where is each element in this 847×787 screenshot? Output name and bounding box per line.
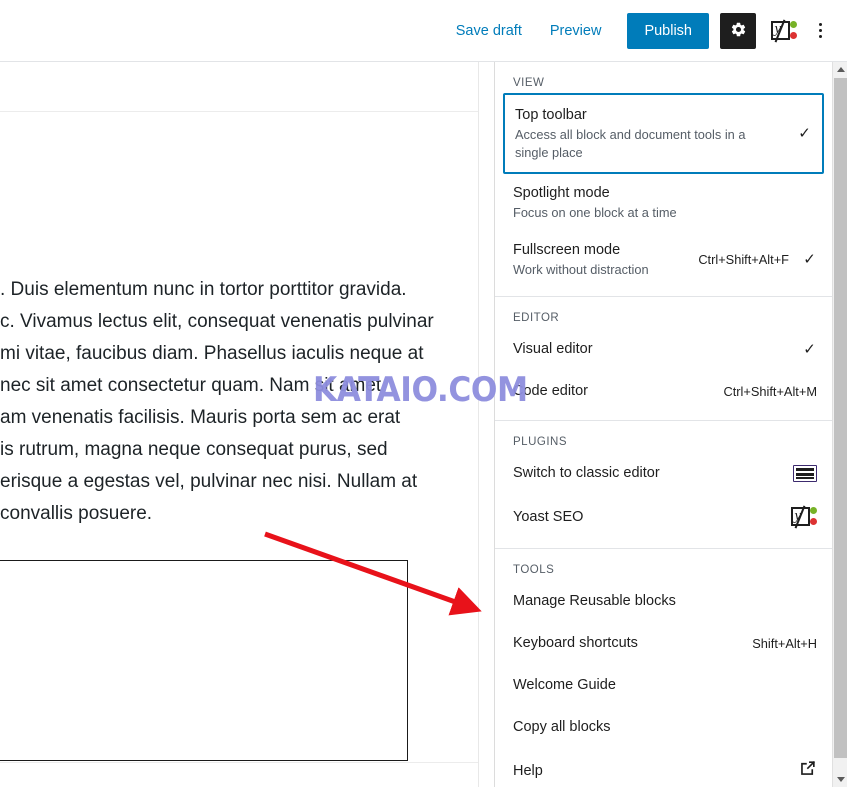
save-draft-button[interactable]: Save draft: [446, 17, 532, 45]
more-options-button[interactable]: [807, 13, 833, 49]
menu-item-switch-to-classic-editor[interactable]: Switch to classic editor: [495, 452, 833, 494]
document-paragraph-block[interactable]: . Duis elementum nunc in tortor porttito…: [0, 274, 478, 530]
document-image-block-placeholder[interactable]: [0, 560, 408, 761]
settings-button[interactable]: [720, 12, 756, 49]
menu-item-texts: Visual editor: [513, 339, 792, 359]
menu-item-shortcut: Ctrl+Shift+Alt+F: [698, 252, 789, 267]
menu-item-shortcut: Shift+Alt+H: [752, 635, 817, 651]
menu-item-title: Yoast SEO: [513, 509, 584, 525]
menu-item-welcome-guide[interactable]: Welcome Guide: [495, 664, 833, 706]
menu-item-accessory: Ctrl+Shift+Alt+F ✓: [698, 252, 817, 267]
menu-item-texts: Help: [513, 761, 788, 781]
menu-item-title: Help: [513, 763, 543, 779]
menu-item-help[interactable]: Help: [495, 748, 833, 787]
menu-item-texts: Manage Reusable blocks: [513, 591, 807, 611]
external-link-icon: [798, 759, 817, 783]
editor-more-menu: VIEW Top toolbar Access all block and docu…: [494, 62, 847, 787]
kebab-more-icon: [818, 23, 822, 26]
menu-item-yoast-seo[interactable]: Yoast SEO y: [495, 494, 833, 540]
menu-item-title: Copy all blocks: [513, 719, 611, 735]
menu-item-title: Manage Reusable blocks: [513, 593, 676, 609]
keyboard-icon: [793, 464, 817, 482]
menu-item-texts: Switch to classic editor: [513, 463, 783, 483]
menu-item-title: Welcome Guide: [513, 677, 616, 693]
menu-item-title: Visual editor: [513, 341, 593, 357]
document-text-line: nec sit amet consectetur quam. Nam sit a…: [0, 375, 382, 396]
menu-scroll-area: VIEW Top toolbar Access all block and docu…: [495, 62, 833, 787]
gear-icon: [730, 21, 747, 41]
menu-item-texts: Code editor: [513, 381, 713, 401]
yoast-seo-icon: y: [791, 505, 817, 529]
menu-item-check-icon: ✓: [798, 125, 811, 142]
menu-item-texts: Fullscreen mode Work without distraction: [513, 240, 688, 279]
preview-button[interactable]: Preview: [540, 17, 612, 45]
scroll-down-arrow[interactable]: [833, 772, 847, 787]
menu-item-title: Top toolbar: [515, 107, 587, 123]
menu-item-check-icon: ✓: [803, 251, 816, 268]
menu-item-texts: Welcome Guide: [513, 675, 807, 695]
menu-item-spotlight-mode[interactable]: Spotlight mode Focus on one block at a ti…: [495, 174, 833, 231]
menu-item-manage-reusable-blocks[interactable]: Manage Reusable blocks: [495, 580, 833, 622]
document-text-line: c. Vivamus lectus elit, consequat venena…: [0, 311, 434, 332]
yoast-seo-button[interactable]: y: [767, 14, 801, 48]
menu-item-texts: Copy all blocks: [513, 717, 807, 737]
document-bottom-divider: [0, 762, 478, 763]
menu-item-check-icon: ✓: [803, 340, 816, 358]
menu-scrollbar[interactable]: [832, 62, 847, 787]
menu-item-top-toolbar[interactable]: Top toolbar Access all block and document…: [503, 93, 824, 174]
scroll-up-arrow[interactable]: [833, 62, 847, 77]
menu-item-title: Code editor: [513, 383, 588, 399]
document-text-line: . Duis elementum nunc in tortor porttito…: [0, 279, 407, 300]
menu-item-texts: Spotlight mode Focus on one block at a ti…: [513, 183, 807, 222]
menu-item-title: Spotlight mode: [513, 185, 610, 201]
menu-item-code-editor[interactable]: Code editor Ctrl+Shift+Alt+M: [495, 370, 833, 412]
menu-section-label: TOOLS: [513, 564, 555, 576]
menu-item-accessory: ✓: [797, 126, 812, 141]
document-text-line: mi vitae, faucibus diam. Phasellus iacul…: [0, 343, 424, 364]
document-text-line: convallis posuere.: [0, 503, 153, 524]
menu-item-title: Keyboard shortcuts: [513, 635, 638, 651]
menu-item-keyboard-shortcuts[interactable]: Keyboard shortcuts Shift+Alt+H: [495, 622, 833, 664]
document-text-line: is rutrum, magna neque consequat purus, …: [0, 439, 388, 460]
menu-item-subtitle: Work without distraction: [513, 262, 649, 277]
menu-item-accessory: y: [791, 505, 817, 529]
document-text-line: erisque a egestas vel, pulvinar nec nisi…: [0, 471, 418, 492]
menu-item-accessory: Shift+Alt+H: [752, 636, 817, 651]
document-text-line: am venenatis facilisis. Mauris porta sem…: [0, 407, 401, 428]
menu-item-fullscreen-mode[interactable]: Fullscreen mode Work without distraction C…: [495, 231, 833, 288]
menu-item-copy-all-blocks[interactable]: Copy all blocks: [495, 706, 833, 748]
menu-item-accessory: ✓: [802, 342, 817, 357]
menu-item-texts: Keyboard shortcuts: [513, 633, 742, 653]
menu-item-accessory: [798, 759, 817, 783]
editor-screen: Save draft Preview Publish y . Duis elem…: [0, 0, 847, 787]
menu-item-title: Fullscreen mode: [513, 242, 621, 258]
menu-item-accessory: Ctrl+Shift+Alt+M: [723, 384, 817, 399]
menu-item-subtitle: Access all block and document tools in a…: [515, 127, 746, 160]
menu-section-label: VIEW: [513, 77, 545, 89]
menu-item-accessory: [793, 464, 817, 482]
document-canvas: . Duis elementum nunc in tortor porttito…: [0, 62, 479, 787]
menu-item-texts: Top toolbar Access all block and document…: [515, 105, 787, 162]
menu-item-visual-editor[interactable]: Visual editor ✓: [495, 328, 833, 370]
document-title-block[interactable]: [0, 62, 478, 112]
menu-section-label: EDITOR: [513, 312, 560, 324]
menu-item-shortcut: Ctrl+Shift+Alt+M: [723, 383, 817, 399]
menu-item-texts: Yoast SEO: [513, 507, 781, 527]
editor-top-bar: Save draft Preview Publish y: [0, 0, 847, 62]
menu-item-subtitle: Focus on one block at a time: [513, 205, 677, 220]
menu-section-label: PLUGINS: [513, 436, 567, 448]
yoast-seo-icon: y: [771, 18, 797, 43]
scrollbar-thumb[interactable]: [834, 78, 847, 758]
publish-button[interactable]: Publish: [627, 12, 709, 49]
menu-item-title: Switch to classic editor: [513, 465, 660, 481]
